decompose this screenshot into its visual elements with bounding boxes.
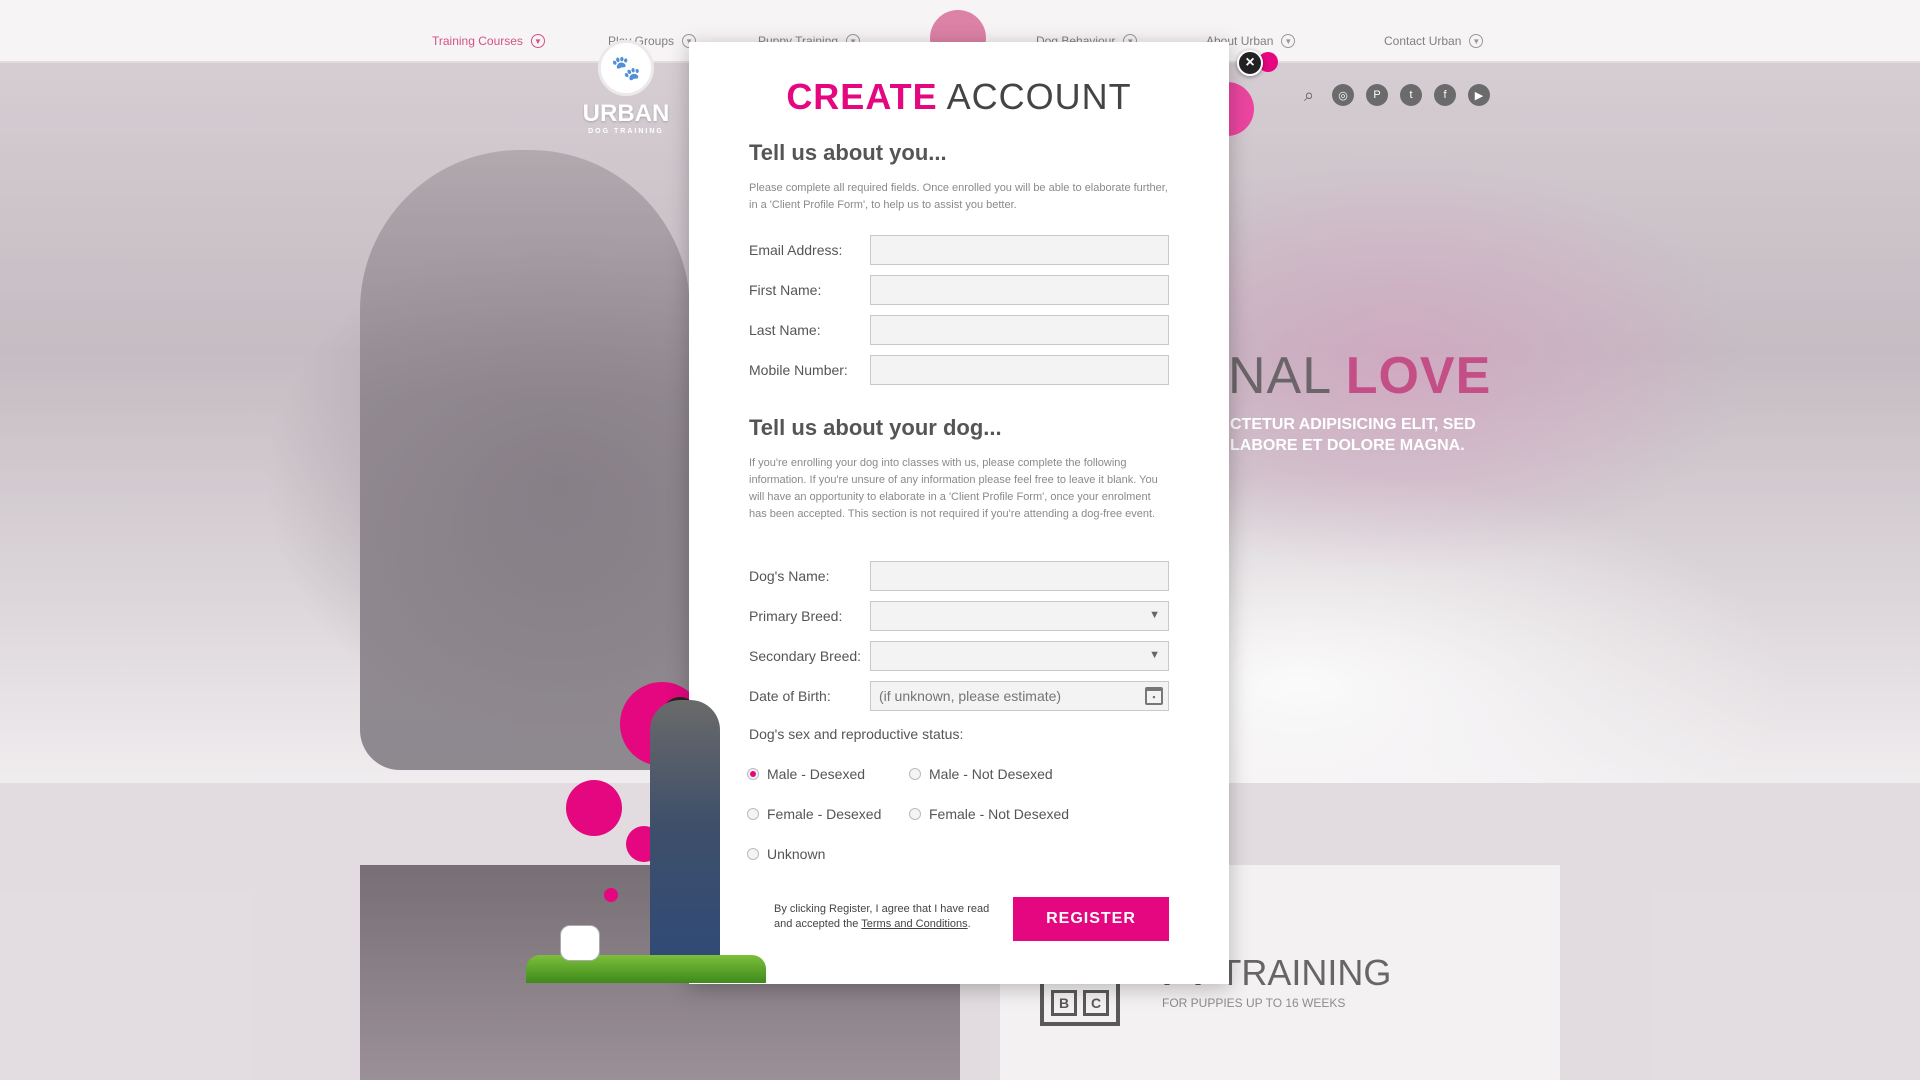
calendar-icon[interactable]: ▪ [1145, 687, 1163, 705]
radio-label: Female - Desexed [767, 806, 882, 822]
last-name-row: Last Name: [749, 315, 1169, 345]
dog-illustration [560, 925, 600, 961]
close-icon[interactable]: × [1237, 50, 1263, 76]
radio-dot[interactable] [747, 848, 759, 860]
modal-title-highlight: CREATE [786, 76, 938, 117]
about-dog-heading: Tell us about your dog... [749, 415, 1002, 440]
first-name-field[interactable] [870, 275, 1169, 305]
radio-dot[interactable] [747, 808, 759, 820]
radio-unknown[interactable]: Unknown [747, 846, 825, 862]
radio-label: Unknown [767, 846, 826, 862]
dog-name-row: Dog's Name: [749, 561, 1169, 591]
radio-dot[interactable] [747, 768, 759, 780]
dog-name-label: Dog's Name: [749, 568, 830, 584]
decorative-circle [566, 780, 622, 836]
primary-breed-select[interactable]: ▼ [870, 601, 1169, 631]
register-button[interactable]: REGISTER [1013, 897, 1169, 941]
radio-male-not-desexed[interactable]: Male - Not Desexed [909, 766, 1053, 782]
mobile-row: Mobile Number: [749, 355, 1169, 385]
email-row: Email Address: [749, 235, 1169, 265]
chevron-down-icon: ▼ [1149, 609, 1160, 621]
radio-female-not-desexed[interactable]: Female - Not Desexed [909, 806, 1069, 822]
radio-dot[interactable] [909, 768, 921, 780]
radio-label: Male - Not Desexed [929, 766, 1053, 782]
mobile-label: Mobile Number: [749, 362, 848, 378]
first-name-row: First Name: [749, 275, 1169, 305]
radio-label: Male - Desexed [767, 766, 866, 782]
dog-name-field[interactable] [870, 561, 1169, 591]
primary-breed-label: Primary Breed: [749, 608, 843, 624]
terms-link[interactable]: Terms and Conditions [861, 918, 967, 930]
radio-male-desexed[interactable]: Male - Desexed [747, 766, 865, 782]
terms-suffix: . [967, 918, 971, 930]
modal-title-rest: ACCOUNT [937, 76, 1132, 117]
dob-row: Date of Birth: ▪ [749, 681, 1169, 711]
secondary-breed-label: Secondary Breed: [749, 648, 862, 664]
radio-dot[interactable] [909, 808, 921, 820]
mobile-field[interactable] [870, 355, 1169, 385]
radio-female-desexed[interactable]: Female - Desexed [747, 806, 881, 822]
about-you-heading: Tell us about you... [749, 140, 947, 165]
dob-field[interactable] [870, 681, 1169, 711]
modal-title: CREATE ACCOUNT [689, 76, 1229, 118]
secondary-breed-select[interactable]: ▼ [870, 641, 1169, 671]
terms-text: By clicking Register, I agree that I hav… [774, 902, 1006, 932]
last-name-label: Last Name: [749, 322, 821, 338]
trainer-illustration [650, 700, 720, 980]
email-label: Email Address: [749, 242, 843, 258]
chevron-down-icon: ▼ [1149, 649, 1160, 661]
about-dog-text: If you're enrolling your dog into classe… [749, 457, 1158, 520]
first-name-label: First Name: [749, 282, 822, 298]
decorative-circle [604, 888, 618, 902]
secondary-breed-row: Secondary Breed: ▼ [749, 641, 1169, 671]
dob-label: Date of Birth: [749, 688, 831, 704]
grass-illustration [526, 955, 766, 983]
about-you-text: Please complete all required fields. Onc… [749, 182, 1168, 211]
sex-status-label: Dog's sex and reproductive status: [749, 726, 964, 742]
dob-wrapper: ▪ [870, 681, 1169, 711]
email-field[interactable] [870, 235, 1169, 265]
last-name-field[interactable] [870, 315, 1169, 345]
primary-breed-row: Primary Breed: ▼ [749, 601, 1169, 631]
radio-label: Female - Not Desexed [929, 806, 1070, 822]
create-account-modal: CREATE ACCOUNT Tell us about you... Plea… [689, 42, 1229, 984]
